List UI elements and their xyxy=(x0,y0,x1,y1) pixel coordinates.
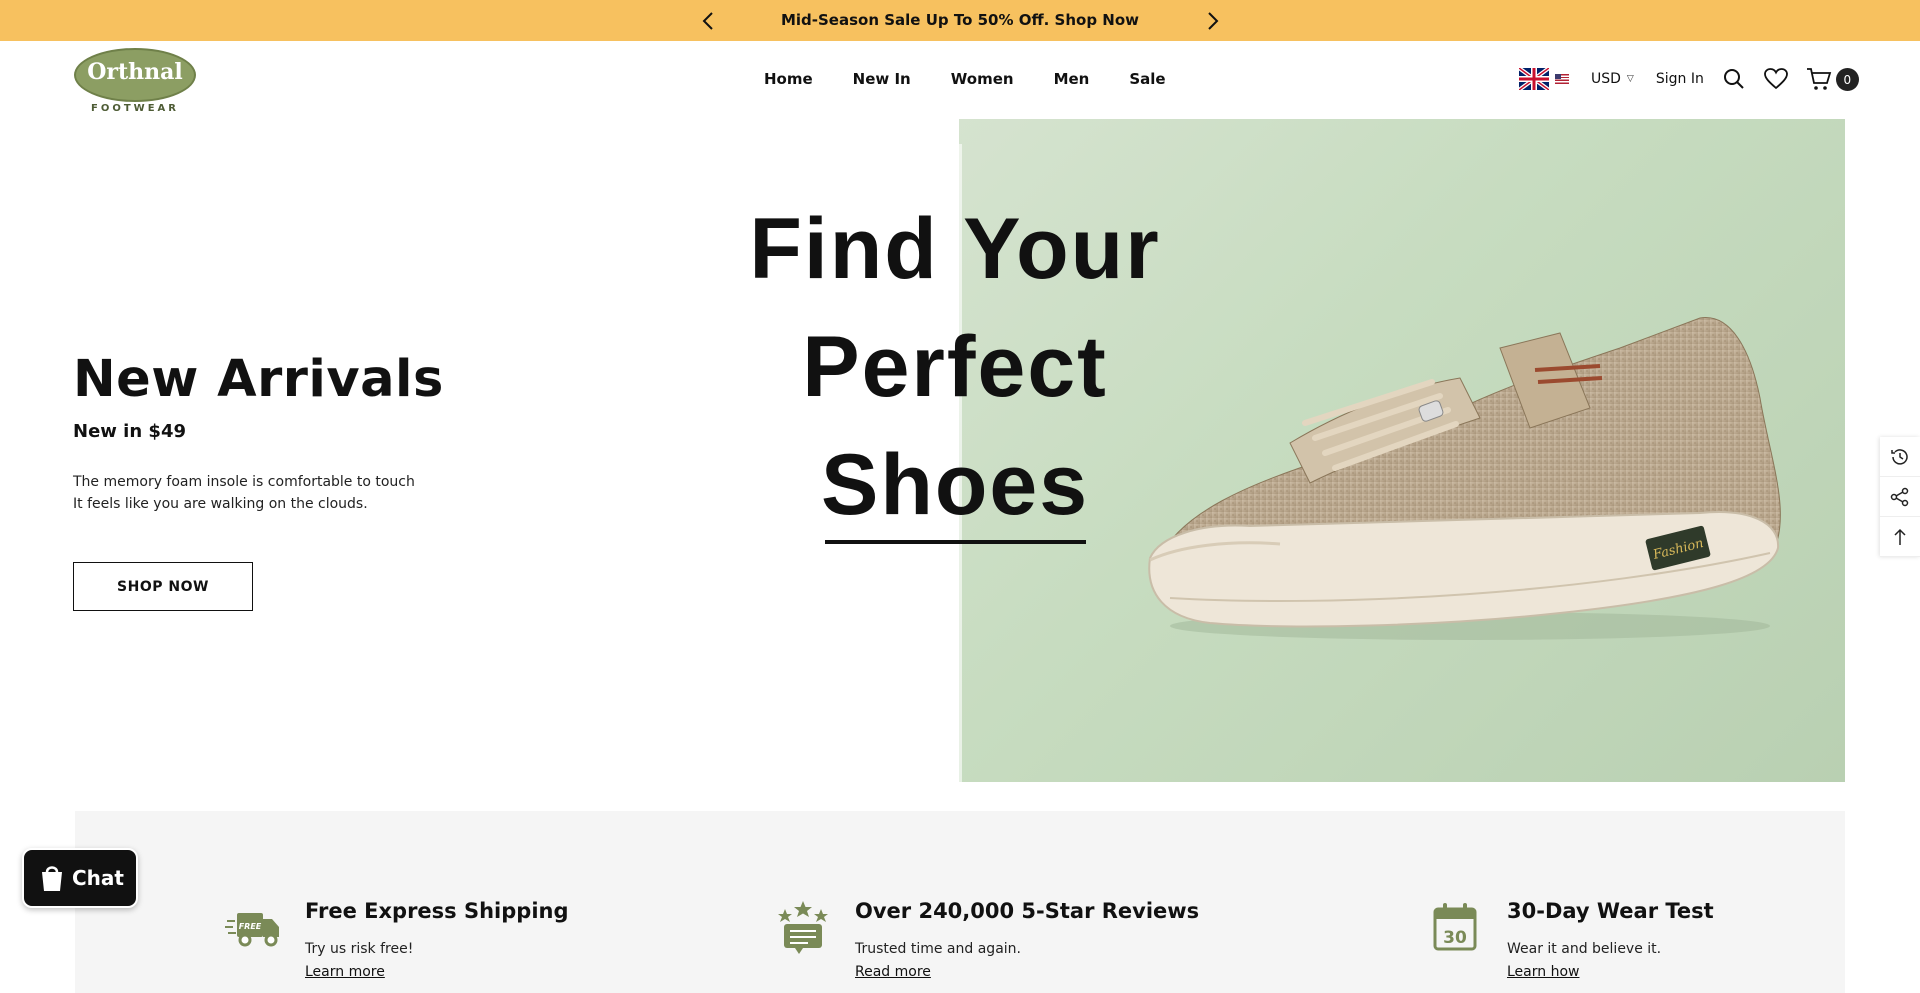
calendar-icon: 30 xyxy=(1433,903,1477,951)
hero-title: New Arrivals xyxy=(73,350,444,409)
sign-in-link[interactable]: Sign In xyxy=(1656,71,1704,87)
logo-name: Orthnal xyxy=(87,59,183,85)
feature-description: Try us risk free! xyxy=(305,941,414,957)
feature-description: Trusted time and again. xyxy=(855,941,1021,957)
recently-viewed-button[interactable] xyxy=(1880,437,1920,477)
chat-label: Chat xyxy=(72,866,124,890)
cart-button[interactable]: 0 xyxy=(1806,65,1859,93)
site-header: Orthnal FOOTWEAR Home New In Women Men S… xyxy=(0,41,1920,119)
feature-description: Wear it and believe it. xyxy=(1507,941,1662,957)
announcement-text[interactable]: Mid-Season Sale Up To 50% Off. Shop Now xyxy=(0,11,1920,29)
hero-copy: New Arrivals New in $49 The memory foam … xyxy=(73,347,493,515)
nav-new-in[interactable]: New In xyxy=(853,70,911,88)
read-more-link[interactable]: Read more xyxy=(855,964,931,980)
search-icon xyxy=(1723,69,1744,89)
review-stars-icon xyxy=(778,901,828,954)
caret-down-icon[interactable]: ▽ xyxy=(1627,74,1634,84)
chat-button[interactable]: Chat xyxy=(22,848,138,908)
features-strip: FREE Free Express Shipping Try us risk f… xyxy=(75,811,1845,993)
hero-description-line-1: The memory foam insole is comfortable to… xyxy=(73,474,415,490)
chevron-right-icon xyxy=(1208,12,1219,30)
search-button[interactable] xyxy=(1722,67,1746,91)
learn-how-link[interactable]: Learn how xyxy=(1507,964,1579,980)
side-toolbar xyxy=(1880,437,1920,557)
announcement-next-button[interactable] xyxy=(1199,7,1227,35)
back-to-top-button[interactable] xyxy=(1880,517,1920,557)
nav-women[interactable]: Women xyxy=(951,70,1014,88)
truck-icon-text: FREE xyxy=(239,922,262,931)
cart-icon xyxy=(1806,68,1832,90)
header-utilities: USD ▽ Sign In 0 xyxy=(1519,63,1859,95)
uk-flag-icon[interactable] xyxy=(1519,68,1549,90)
calendar-icon-text: 30 xyxy=(1443,928,1467,948)
share-button[interactable] xyxy=(1880,477,1920,517)
shop-now-button[interactable]: SHOP NOW xyxy=(73,562,253,611)
arrow-up-icon xyxy=(1894,528,1906,545)
wishlist-button[interactable] xyxy=(1763,67,1788,91)
logo[interactable]: Orthnal FOOTWEAR xyxy=(74,48,196,114)
truck-icon: FREE xyxy=(225,913,279,947)
currency-selector[interactable]: USD xyxy=(1591,71,1621,87)
nav-sale[interactable]: Sale xyxy=(1129,70,1165,88)
share-icon xyxy=(1890,487,1909,506)
nav-men[interactable]: Men xyxy=(1054,70,1090,88)
learn-more-link[interactable]: Learn more xyxy=(305,964,385,980)
hero-subtitle: New in $49 xyxy=(73,421,186,442)
shopping-bag-icon xyxy=(42,866,62,891)
feature-title: Free Express Shipping xyxy=(305,899,569,923)
feature-title: 30-Day Wear Test xyxy=(1507,899,1714,923)
history-icon xyxy=(1891,448,1908,465)
hero-headline-line-1: Find Your xyxy=(749,201,1161,297)
shoe-illustration: Fashion xyxy=(1148,317,1781,640)
us-flag-icon[interactable] xyxy=(1555,74,1569,84)
announcement-bar: Mid-Season Sale Up To 50% Off. Shop Now xyxy=(0,0,1920,41)
hero-headline: Find Your Perfect Shoes xyxy=(740,190,1170,544)
logo-tagline: FOOTWEAR xyxy=(91,103,179,114)
cart-count-badge: 0 xyxy=(1835,68,1859,91)
hero-headline-line-3: Shoes xyxy=(820,437,1090,533)
main-nav: Home New In Women Men Sale xyxy=(764,70,1206,88)
heart-icon xyxy=(1763,68,1788,90)
hero-headline-line-2: Perfect xyxy=(802,319,1108,415)
feature-title: Over 240,000 5-Star Reviews xyxy=(855,899,1200,923)
hero-description-line-2: It feels like you are walking on the clo… xyxy=(73,496,368,512)
nav-home[interactable]: Home xyxy=(764,70,813,88)
